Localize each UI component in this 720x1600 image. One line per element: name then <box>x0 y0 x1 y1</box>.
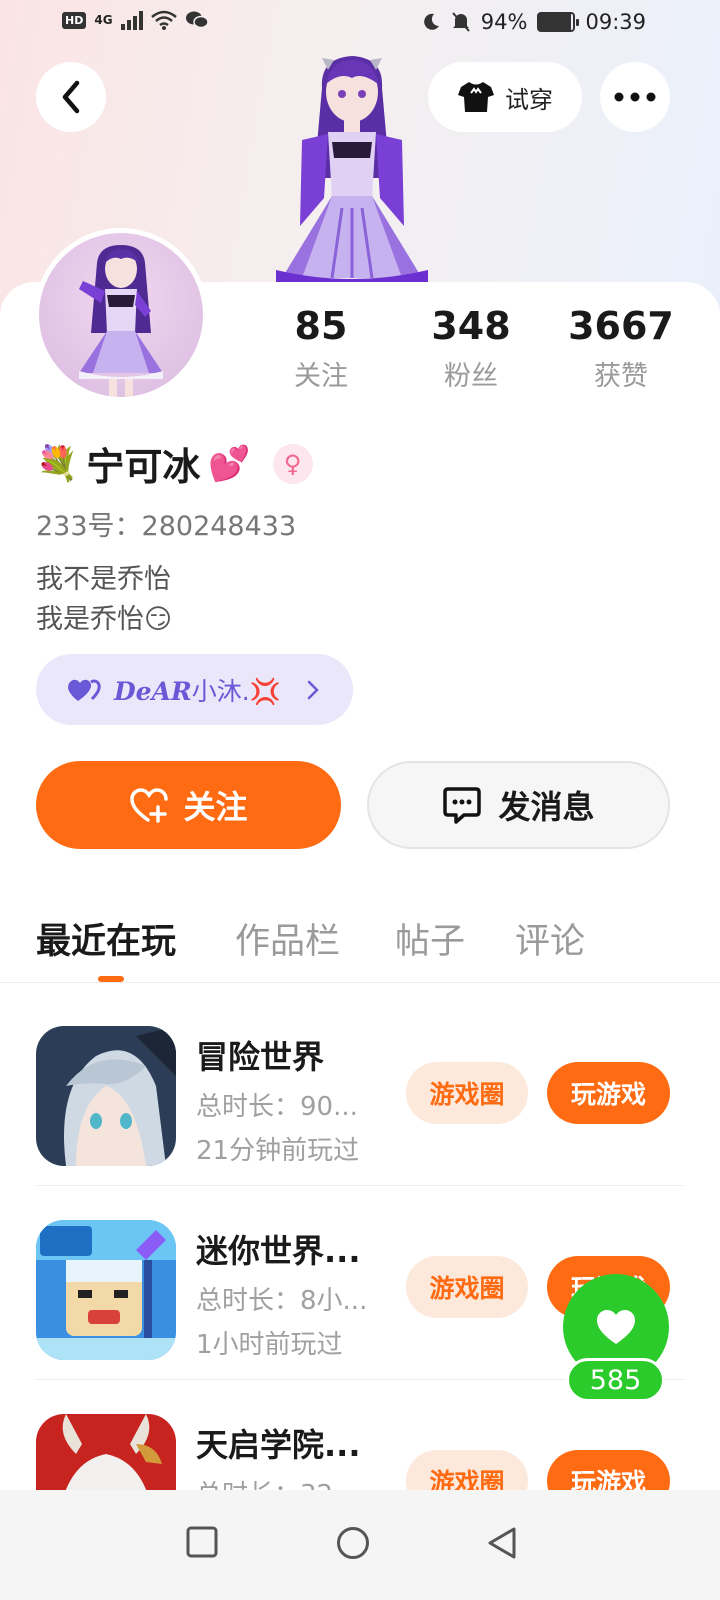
home-circle-icon[interactable] <box>336 1526 370 1560</box>
game-duration: 总时长：8小... <box>196 1286 368 1316</box>
stat-value: 3667 <box>568 304 674 348</box>
user-id: 233号：280248433 <box>36 511 297 542</box>
tab-recently-played[interactable]: 最近在玩 <box>36 913 176 964</box>
hd-badge: HD <box>62 11 87 29</box>
game-circle-button[interactable]: 游戏圈 <box>406 1062 528 1124</box>
stat-following[interactable]: 85 关注 <box>251 302 391 393</box>
game-last-played: 1小时前玩过 <box>196 1330 343 1360</box>
female-gender-icon: ♀ <box>272 443 313 484</box>
game-icon-mini-world[interactable] <box>36 1220 176 1360</box>
back-button[interactable] <box>36 62 106 132</box>
bouquet-icon: 💐 <box>36 443 79 484</box>
avatar-character-illustration <box>276 56 428 284</box>
tab-works[interactable]: 作品栏 <box>235 913 340 964</box>
try-on-button[interactable]: 试穿 <box>428 62 582 132</box>
network-type: 4G <box>94 13 113 27</box>
chevron-right-icon <box>307 680 319 699</box>
game-duration: 总时长：90... <box>196 1092 358 1122</box>
couple-tag[interactable]: DeAR小沐.💢 <box>36 654 353 725</box>
stat-label: 粉丝 <box>444 361 498 392</box>
tshirt-icon <box>458 82 494 112</box>
try-on-label: 试穿 <box>505 85 553 114</box>
status-bar: HD 4G 94% 09:39 <box>0 0 720 48</box>
stat-likes[interactable]: 3667 获赞 <box>551 302 691 393</box>
game-title: 冒险世界 <box>196 1038 325 1076</box>
follow-button[interactable]: 关注 <box>36 761 341 849</box>
more-button[interactable] <box>600 62 670 132</box>
couple-tag-text: DeAR小沐.💢 <box>114 672 281 708</box>
system-nav-bar <box>0 1490 720 1600</box>
follow-label: 关注 <box>183 788 248 826</box>
battery-percent: 94% <box>480 10 528 34</box>
stat-label: 获赞 <box>594 361 648 392</box>
game-icon-adventure-world[interactable] <box>36 1026 176 1166</box>
more-dots-icon <box>614 92 656 102</box>
game-title: 迷你世界... <box>196 1232 361 1270</box>
name-row: 💐 宁可冰 💕 ♀ <box>36 436 313 491</box>
clock: 09:39 <box>585 10 646 34</box>
like-count: 585 <box>566 1358 665 1402</box>
profile-bio: 我不是乔怡 我是乔怡😏 <box>36 560 172 640</box>
couple-script: DeAR <box>114 676 192 706</box>
profile-name: 宁可冰 <box>86 445 201 489</box>
bio-line: 我不是乔怡 <box>36 564 171 595</box>
moon-icon <box>423 13 439 30</box>
send-message-button[interactable]: 发消息 <box>367 761 670 849</box>
play-game-button[interactable]: 玩游戏 <box>547 1062 670 1124</box>
game-title: 天启学院... <box>196 1426 361 1464</box>
heart-plus-icon <box>130 788 169 823</box>
message-label: 发消息 <box>498 788 595 826</box>
signal-icon <box>120 10 143 30</box>
profile-stats: 85 关注 348 粉丝 3667 获赞 <box>0 302 720 402</box>
mute-bell-icon <box>452 12 470 32</box>
game-circle-button[interactable]: 游戏圈 <box>406 1256 528 1318</box>
recent-apps-square-icon[interactable] <box>186 1526 218 1558</box>
profile-tabs: 最近在玩 作品栏 帖子 评论 <box>0 905 720 983</box>
chevron-left-icon <box>62 80 80 114</box>
game-last-played: 21分钟前玩过 <box>196 1136 360 1166</box>
stat-followers[interactable]: 348 粉丝 <box>401 302 541 393</box>
battery-icon <box>537 12 580 32</box>
stat-value: 348 <box>431 304 511 348</box>
heart-icon <box>597 1310 635 1344</box>
stat-value: 85 <box>294 304 348 348</box>
active-tab-indicator <box>98 976 124 982</box>
stat-label: 关注 <box>294 361 348 392</box>
double-heart-icon <box>68 679 101 701</box>
wifi-icon <box>150 10 177 30</box>
tab-comments[interactable]: 评论 <box>515 913 585 964</box>
wechat-icon <box>185 11 209 29</box>
hearts-icon: 💕 <box>208 443 251 484</box>
game-list-item[interactable]: 冒险世界 总时长：90... 21分钟前玩过 游戏圈 玩游戏 <box>0 992 720 1186</box>
back-triangle-icon[interactable] <box>486 1526 518 1560</box>
chat-bubble-icon <box>443 787 482 824</box>
bio-line: 我是乔怡😏 <box>36 604 173 635</box>
couple-name: 小沐.💢 <box>191 676 281 706</box>
tab-posts[interactable]: 帖子 <box>395 913 465 964</box>
